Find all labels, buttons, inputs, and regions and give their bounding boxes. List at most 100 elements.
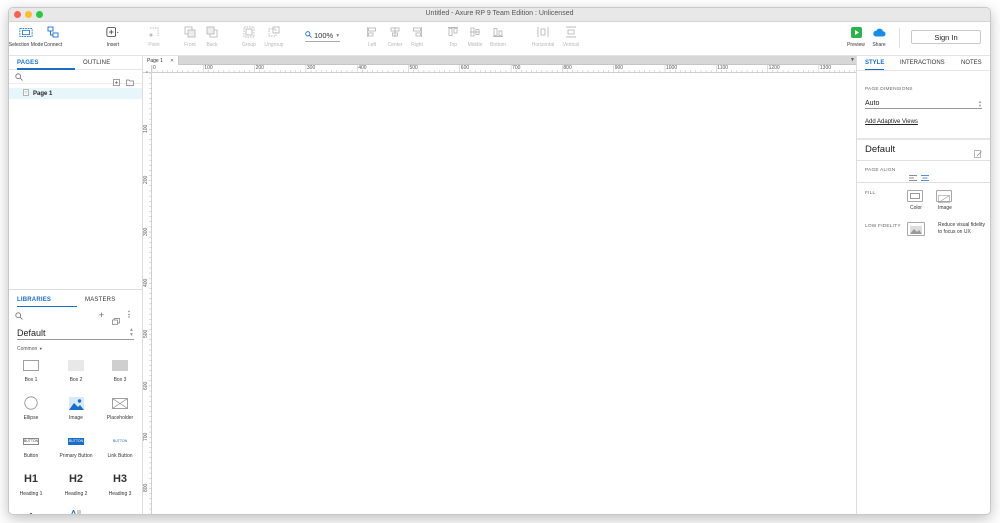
widget-label: Heading 3 <box>108 491 132 497</box>
pages-toolbar <box>9 68 142 86</box>
connect-button[interactable]: Connect <box>36 26 70 48</box>
tab-notes[interactable]: NOTES <box>961 56 982 70</box>
ruler-ticks <box>152 65 856 73</box>
widget-label-partial[interactable] <box>9 508 53 514</box>
align-bottom-button[interactable]: Bottom <box>481 26 515 48</box>
distribute-vertical-icon <box>564 26 578 38</box>
image-icon <box>910 226 922 234</box>
tabs-menu-icon[interactable]: ▼ <box>850 57 855 63</box>
tab-outline[interactable]: OUTLINE <box>75 56 110 70</box>
vertical-ruler: 100 200 300 400 500 600 700 800 <box>143 73 152 514</box>
ruler-corner <box>143 65 152 77</box>
zoom-value: 100% <box>314 31 334 40</box>
widget-label: Image <box>69 415 83 421</box>
window-title: Untitled - Axure RP 9 Team Edition : Unl… <box>425 10 574 17</box>
heading-1-icon: H1 <box>23 473 39 485</box>
page-dimensions-label: PAGE DIMENSIONS <box>865 87 913 92</box>
widget-ellipse[interactable]: Ellipse <box>9 396 53 421</box>
tab-interactions[interactable]: INTERACTIONS <box>900 56 945 70</box>
widget-button[interactable]: BUTTON Button <box>9 434 53 459</box>
tab-libraries[interactable]: LIBRARIES <box>9 293 77 307</box>
widget-paragraph-partial[interactable] <box>54 506 98 514</box>
page-align-label: PAGE ALIGN <box>865 168 896 173</box>
tab-style[interactable]: STYLE <box>865 56 885 70</box>
sign-in-button[interactable]: Sign In <box>911 30 981 44</box>
align-right-button[interactable]: Right <box>400 26 434 48</box>
tab-masters[interactable]: MASTERS <box>77 293 115 307</box>
chevron-updown-icon: ▲ ▼ <box>129 327 134 338</box>
align-page-left-button[interactable] <box>909 168 917 186</box>
search-icon[interactable] <box>15 68 23 86</box>
group-icon <box>242 26 256 38</box>
align-middle-icon <box>468 26 482 38</box>
link-button-icon: BUTTON <box>112 439 128 443</box>
widget-heading-3[interactable]: H3 Heading 3 <box>98 472 142 497</box>
library-select[interactable]: Default ▲ ▼ <box>17 328 134 340</box>
close-tab-icon[interactable]: ✕ <box>170 58 174 64</box>
fill-label: FILL <box>865 191 876 196</box>
back-label: Back <box>206 42 218 48</box>
insert-button[interactable]: Insert <box>96 26 130 48</box>
more-options-icon[interactable]: ⋮ <box>125 310 133 319</box>
widget-primary-button[interactable]: BUTTON Primary Button <box>54 434 98 459</box>
chevron-down-icon: ▼ <box>38 346 43 351</box>
heading-2-icon: H2 <box>68 473 84 485</box>
align-center-icon <box>921 175 929 181</box>
fill-image-label: Image <box>938 205 952 211</box>
zoom-select[interactable]: 100% ▼ <box>305 31 341 42</box>
distribute-vertical-button[interactable]: Vertical <box>554 26 588 48</box>
widget-box-3[interactable]: Box 3 <box>98 358 142 383</box>
document-tabs-bar: Page 1 ✕ ▼ <box>143 56 858 65</box>
inspector-tabs: STYLE INTERACTIONS NOTES <box>857 56 990 71</box>
back-icon <box>205 26 219 38</box>
align-bottom-label: Bottom <box>490 42 506 48</box>
share-button[interactable]: Share <box>862 26 896 48</box>
title-bar: Untitled - Axure RP 9 Team Edition : Unl… <box>9 8 990 22</box>
box-1-icon <box>23 358 39 372</box>
widget-link-button[interactable]: BUTTON Link Button <box>98 434 142 459</box>
page-dimensions-select[interactable]: Auto ▲ ▼ <box>865 100 982 109</box>
align-bottom-icon <box>491 26 505 38</box>
app-window: Untitled - Axure RP 9 Team Edition : Unl… <box>8 7 991 515</box>
back-button[interactable]: Back <box>195 26 229 48</box>
libraries-toolbar: + ⋮ <box>9 307 142 325</box>
ellipse-icon <box>24 396 38 410</box>
add-folder-icon[interactable] <box>126 73 134 91</box>
category-label: Common <box>17 346 38 352</box>
search-icon[interactable] <box>15 307 23 325</box>
widget-label: Heading 1 <box>19 491 43 497</box>
page-icon <box>23 89 29 98</box>
style-name: Default <box>865 144 896 155</box>
text-paragraph-icon <box>71 506 81 514</box>
libraries-panel-tabs: LIBRARIES MASTERS <box>9 293 142 307</box>
widget-box-1[interactable]: Box 1 <box>9 358 53 383</box>
add-adaptive-views-link[interactable]: Add Adaptive Views <box>865 119 918 125</box>
add-page-icon[interactable] <box>113 73 120 91</box>
ungroup-button[interactable]: Ungroup <box>257 26 291 48</box>
tab-page-1[interactable]: Page 1 ✕ <box>143 56 179 65</box>
category-select[interactable]: Common ▼ <box>17 346 142 352</box>
canvas-area[interactable]: Page 1 ✕ ▼ 0 100 200 300 400 500 600 700 800 900 1… <box>143 56 858 514</box>
widget-heading-1[interactable]: H1 Heading 1 <box>9 472 53 497</box>
connect-label: Connect <box>43 42 63 48</box>
widget-box-2[interactable]: Box 2 <box>54 358 98 383</box>
section-divider <box>857 138 990 140</box>
align-page-center-button[interactable] <box>921 168 929 186</box>
low-fidelity-toggle[interactable] <box>907 222 925 236</box>
widget-heading-2[interactable]: H2 Heading 2 <box>54 472 98 497</box>
widget-placeholder[interactable]: Placeholder <box>98 396 142 421</box>
fill-image-swatch[interactable] <box>936 190 952 203</box>
widget-image[interactable]: Image <box>54 396 98 421</box>
point-button[interactable]: Point <box>137 26 171 48</box>
page-name: Page 1 <box>33 90 53 97</box>
fill-color-swatch[interactable] <box>907 190 923 202</box>
box-2-icon <box>68 358 84 372</box>
main-toolbar: Selection Mode Connect Insert Point Fron… <box>9 22 990 56</box>
page-list-item[interactable]: Page 1 <box>9 88 142 99</box>
align-left-icon <box>909 175 917 181</box>
align-right-icon <box>410 26 424 38</box>
image-icon <box>68 396 84 410</box>
widget-label: Placeholder <box>106 415 134 421</box>
widget-label: Heading 2 <box>64 491 88 497</box>
add-library-icon[interactable]: + <box>99 310 104 320</box>
